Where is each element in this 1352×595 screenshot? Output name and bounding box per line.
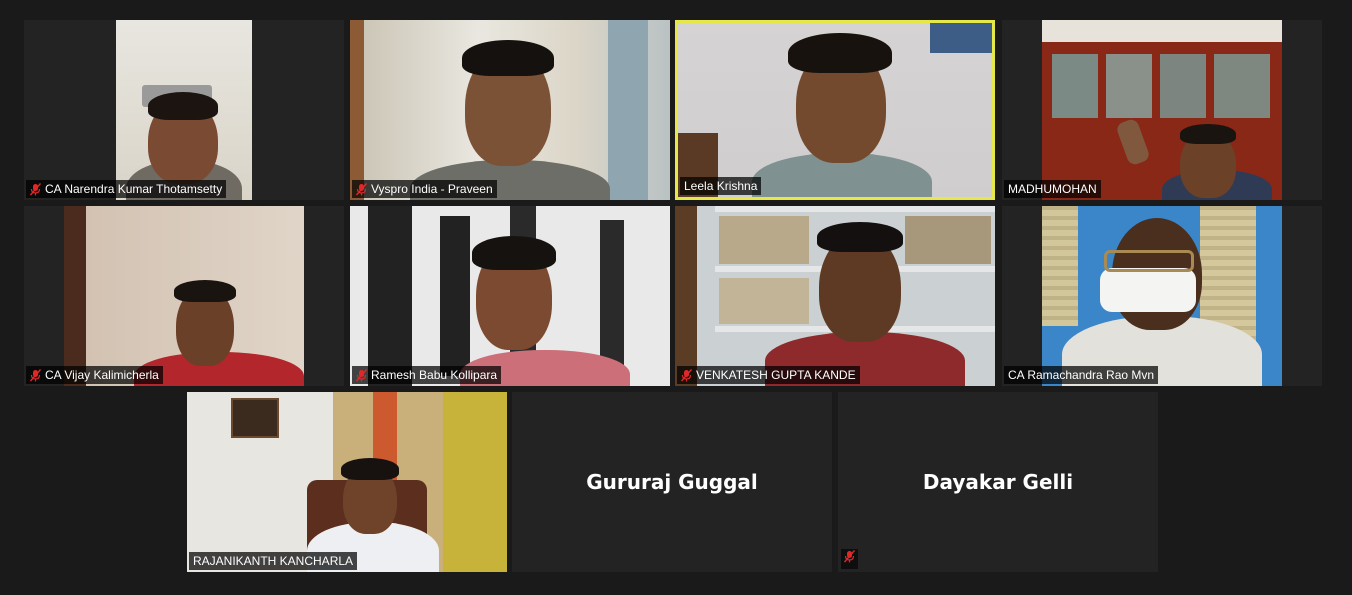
participant-name: CA Vijay Kalimicherla — [45, 368, 159, 382]
participant-name-tag: VENKATESH GUPTA KANDE — [677, 366, 860, 384]
video-tile-dayakar-video-off[interactable]: Dayakar Gelli — [838, 392, 1158, 572]
participant-name-tag: Ramesh Babu Kollipara — [352, 366, 502, 384]
mic-off-icon — [681, 368, 692, 381]
participant-video — [1042, 206, 1282, 386]
video-tile-madhumohan[interactable]: MADHUMOHAN — [1002, 20, 1322, 200]
participant-video — [116, 20, 252, 200]
video-tile-gururaj-video-off[interactable]: Gururaj Guggal — [512, 392, 832, 572]
video-tile-leela-active-speaker[interactable]: Leela Krishna — [675, 20, 995, 200]
participant-name-tag: Vyspro India - Praveen — [352, 180, 497, 198]
mic-off-icon — [356, 182, 367, 195]
participant-video — [350, 206, 670, 386]
participant-name-tag: RAJANIKANTH KANCHARLA — [189, 552, 358, 570]
participant-name-tag: CA Narendra Kumar Thotamsetty — [26, 180, 227, 198]
participant-video — [675, 206, 995, 386]
participant-name-tag: Leela Krishna — [680, 177, 762, 195]
participant-name: MADHUMOHAN — [1008, 182, 1097, 196]
video-tile-ramesh[interactable]: Ramesh Babu Kollipara — [350, 206, 670, 386]
participant-name-tag: CA Vijay Kalimicherla — [26, 366, 163, 384]
video-tile-ramachandra[interactable]: CA Ramachandra Rao Mvn — [1002, 206, 1322, 386]
participant-video — [187, 392, 507, 572]
video-tile-vijay[interactable]: CA Vijay Kalimicherla — [24, 206, 344, 386]
participant-name-tag: CA Ramachandra Rao Mvn — [1004, 366, 1159, 384]
participant-name: Vyspro India - Praveen — [371, 182, 493, 196]
participant-video — [64, 206, 304, 386]
mute-status — [841, 549, 858, 569]
mic-off-icon — [30, 182, 41, 195]
mic-off-icon — [356, 368, 367, 381]
video-tile-rajanikanth[interactable]: RAJANIKANTH KANCHARLA — [187, 392, 507, 572]
video-tile-narendra[interactable]: CA Narendra Kumar Thotamsetty — [24, 20, 344, 200]
video-tile-venkatesh[interactable]: VENKATESH GUPTA KANDE — [675, 206, 995, 386]
participant-video — [678, 23, 992, 197]
participant-name: Ramesh Babu Kollipara — [371, 368, 498, 382]
participant-name: CA Ramachandra Rao Mvn — [1008, 368, 1155, 382]
participant-video — [350, 20, 670, 200]
participant-display-name: Gururaj Guggal — [586, 470, 758, 494]
participant-name: RAJANIKANTH KANCHARLA — [193, 554, 354, 568]
mic-off-icon — [844, 550, 855, 563]
participant-display-name: Dayakar Gelli — [922, 470, 1074, 494]
participant-name: VENKATESH GUPTA KANDE — [696, 368, 856, 382]
participant-name-tag: MADHUMOHAN — [1004, 180, 1101, 198]
participant-video — [1042, 20, 1282, 200]
video-tile-praveen[interactable]: Vyspro India - Praveen — [350, 20, 670, 200]
participant-name: Leela Krishna — [684, 179, 758, 193]
mic-off-icon — [30, 368, 41, 381]
participant-name: CA Narendra Kumar Thotamsetty — [45, 182, 223, 196]
